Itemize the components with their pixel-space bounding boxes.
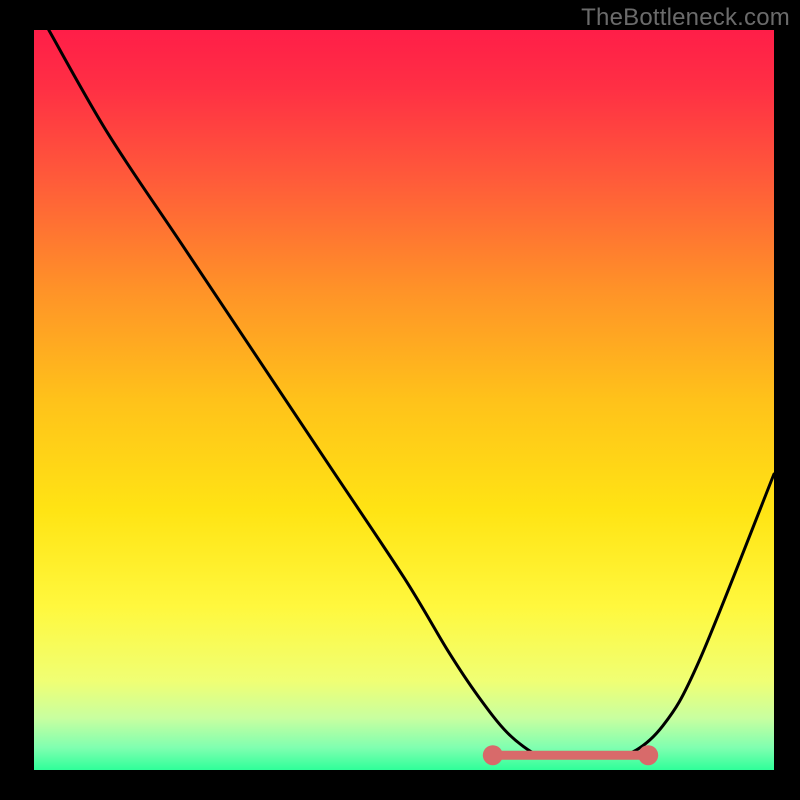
flat-left-marker bbox=[483, 745, 503, 765]
watermark-text: TheBottleneck.com bbox=[581, 4, 790, 32]
chart-plot-area bbox=[34, 30, 774, 770]
chart-frame: TheBottleneck.com bbox=[0, 0, 800, 800]
flat-right-marker bbox=[638, 745, 658, 765]
chart-svg bbox=[34, 30, 774, 770]
chart-background bbox=[34, 30, 774, 770]
